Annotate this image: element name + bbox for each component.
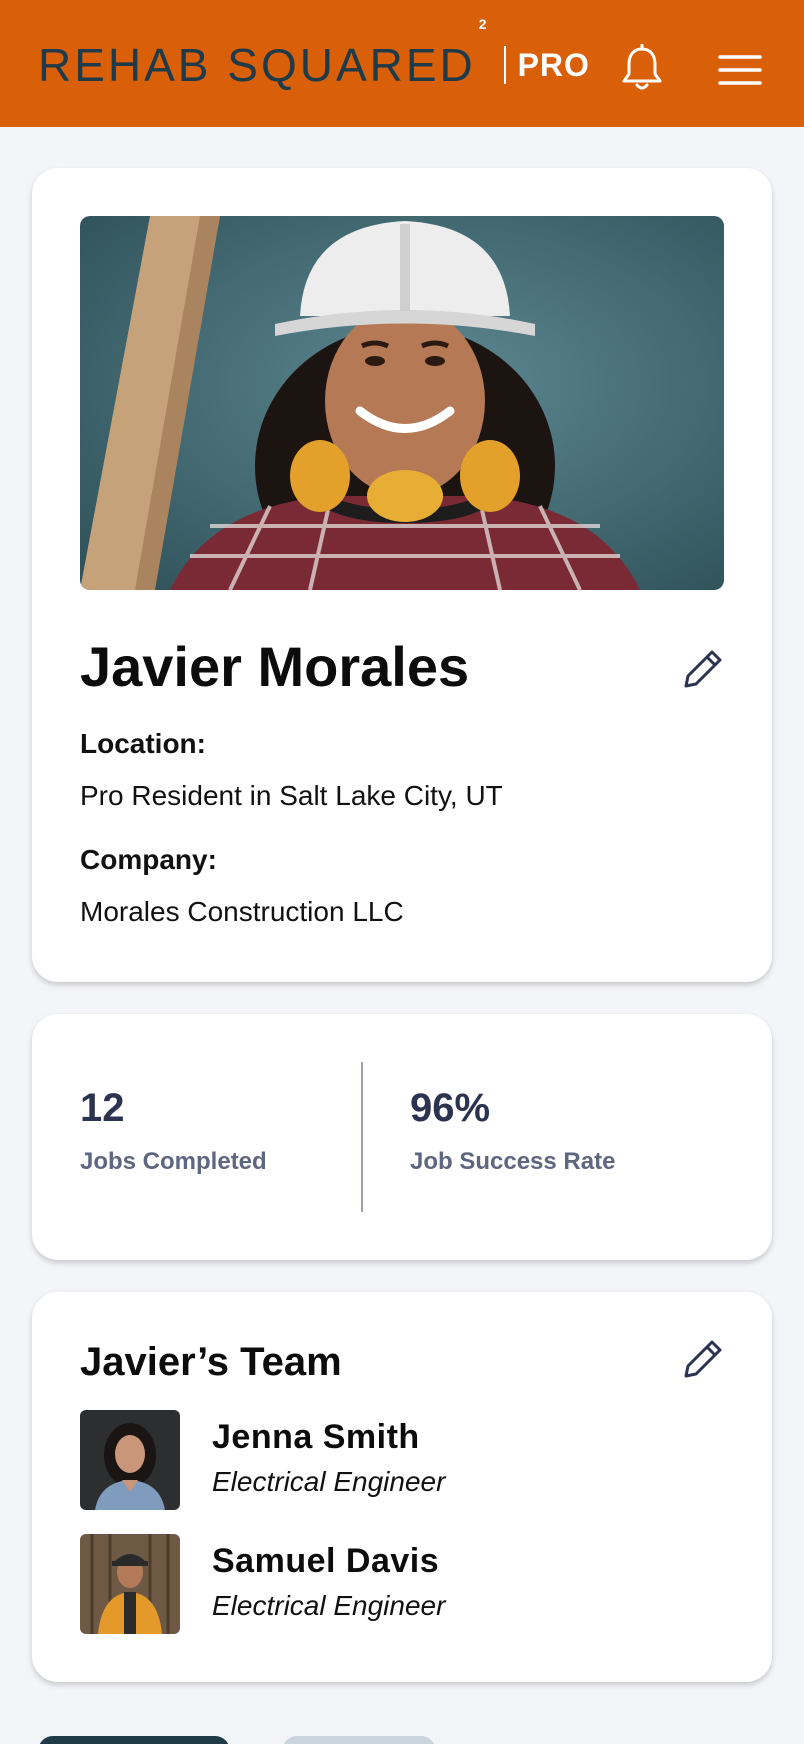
member-role: Electrical Engineer (212, 1466, 446, 1497)
logo-text-part-a: REHAB SQ (38, 39, 300, 91)
jobs-completed-value: 12 (80, 1086, 125, 1130)
hamburger-menu-icon[interactable] (718, 52, 762, 88)
member-name: Samuel Davis (212, 1542, 440, 1580)
jobs-completed-label: Jobs Completed (80, 1148, 267, 1175)
success-rate-value: 96% (410, 1086, 491, 1130)
bell-icon[interactable] (620, 44, 664, 92)
logo-wordmark: REHAB SQ UARED 2 (38, 16, 490, 92)
stats-divider (361, 1062, 363, 1212)
top-navigation-bar: REHAB SQ UARED 2 PRO (0, 0, 804, 127)
member-avatar (80, 1534, 180, 1634)
logo-text-part-b: UARED (299, 39, 476, 91)
brand-logo[interactable]: REHAB SQ UARED 2 PRO (38, 16, 590, 92)
success-rate-label: Job Success Rate (410, 1148, 616, 1175)
profile-name: Javier Morales (80, 635, 470, 698)
profile-photo (80, 216, 724, 590)
pencil-icon[interactable] (682, 1336, 726, 1380)
team-card: Javier’s Team Jenna Smith Electrical Eng… (32, 1292, 772, 1682)
profile-card: Javier Morales Location: Pro Resident in… (32, 168, 772, 982)
bottom-tab[interactable] (282, 1736, 436, 1744)
company-value: Morales Construction LLC (80, 896, 404, 927)
logo-divider (503, 46, 506, 84)
stats-card: 12 Jobs Completed 96% Job Success Rate (32, 1014, 772, 1260)
member-role: Electrical Engineer (212, 1590, 446, 1621)
member-avatar (80, 1410, 180, 1510)
pencil-icon[interactable] (682, 646, 726, 690)
bottom-tab-active[interactable] (38, 1736, 230, 1744)
company-label: Company: (80, 844, 217, 875)
team-title: Javier’s Team (80, 1340, 342, 1384)
member-name: Jenna Smith (212, 1418, 420, 1456)
location-value: Pro Resident in Salt Lake City, UT (80, 780, 503, 811)
logo-superscript: 2 (478, 16, 490, 32)
logo-pro-label: PRO (517, 46, 590, 83)
location-label: Location: (80, 728, 206, 759)
